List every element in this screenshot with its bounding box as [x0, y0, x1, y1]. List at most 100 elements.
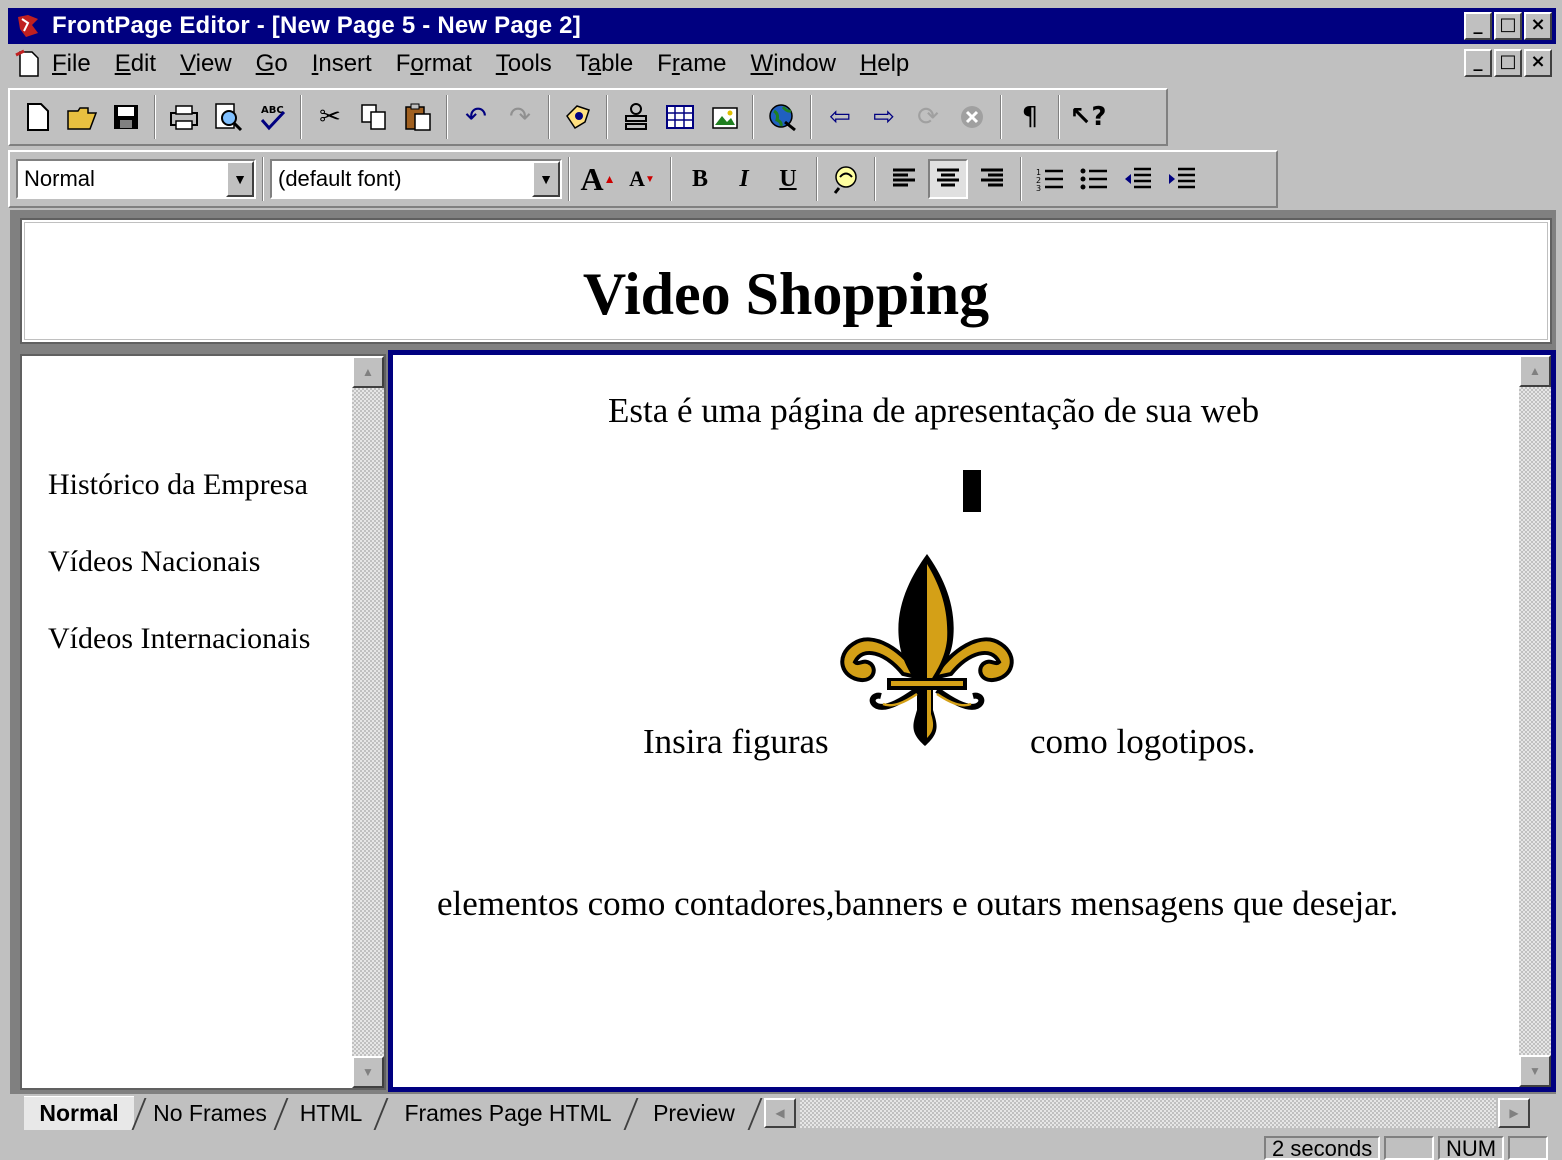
form-field-icon[interactable]: [616, 97, 656, 137]
tab-preview[interactable]: Preview: [638, 1096, 750, 1130]
decrease-font-size-icon[interactable]: A ▼: [622, 159, 662, 199]
bold-button[interactable]: B: [680, 159, 720, 199]
paste-icon[interactable]: [398, 97, 438, 137]
bulleted-list-icon[interactable]: [1074, 159, 1114, 199]
decrease-indent-icon[interactable]: [1118, 159, 1158, 199]
font-dropdown[interactable]: (default font) ▼: [270, 159, 562, 199]
status-bar: 2 seconds NUM: [8, 1134, 1556, 1160]
copy-icon[interactable]: [354, 97, 394, 137]
menu-frame[interactable]: Frame: [657, 50, 726, 78]
menu-table[interactable]: Table: [576, 50, 633, 78]
toolbar-separator: [816, 157, 818, 201]
align-left-icon[interactable]: [884, 159, 924, 199]
tab-normal[interactable]: Normal: [24, 1096, 134, 1130]
new-page-icon[interactable]: [18, 97, 58, 137]
chevron-down-icon[interactable]: ▼: [226, 161, 254, 197]
refresh-icon[interactable]: ⟳: [908, 97, 948, 137]
toolbar-separator: [154, 95, 156, 139]
title-bar: FrontPage Editor - [New Page 5 - New Pag…: [8, 8, 1556, 44]
status-num-lock: NUM: [1438, 1136, 1504, 1160]
italic-button[interactable]: I: [724, 159, 764, 199]
toolbar-separator: [606, 95, 608, 139]
left-frame-scrollbar[interactable]: ▲ ▼: [352, 356, 384, 1088]
doc-close-button[interactable]: ×: [1524, 49, 1552, 77]
insert-table-icon[interactable]: [660, 97, 700, 137]
tab-frames-page-html[interactable]: Frames Page HTML: [394, 1096, 622, 1130]
toolbar-separator: [874, 157, 876, 201]
increase-indent-icon[interactable]: [1162, 159, 1202, 199]
window-title: FrontPage Editor - [New Page 5 - New Pag…: [52, 12, 581, 39]
help-pointer-icon[interactable]: ↖?: [1068, 97, 1108, 137]
cut-icon[interactable]: ✂: [310, 97, 350, 137]
spelling-icon[interactable]: ABC: [252, 97, 292, 137]
style-value: Normal: [24, 166, 95, 191]
undo-icon[interactable]: ↶: [456, 97, 496, 137]
tab-html[interactable]: HTML: [288, 1096, 374, 1130]
toolbar-separator: [1000, 95, 1002, 139]
tab-no-frames[interactable]: No Frames: [146, 1096, 274, 1130]
open-folder-icon[interactable]: [62, 97, 102, 137]
minimize-button[interactable]: _: [1464, 12, 1492, 40]
menu-window[interactable]: Window: [751, 50, 836, 78]
contents-frame[interactable]: Histórico da Empresa Vídeos Nacionais Ví…: [20, 354, 386, 1090]
main-frame-scrollbar[interactable]: ▲ ▼: [1519, 355, 1551, 1087]
menu-view[interactable]: View: [180, 50, 232, 78]
save-icon[interactable]: [106, 97, 146, 137]
numbered-list-icon[interactable]: 123: [1030, 159, 1070, 199]
hyperlink-globe-icon[interactable]: [762, 97, 802, 137]
scroll-down-arrow-icon[interactable]: ▼: [352, 1056, 384, 1088]
menu-format[interactable]: Format: [396, 50, 472, 78]
banner-frame[interactable]: Video Shopping: [20, 218, 1552, 344]
toolbar-separator: [810, 95, 812, 139]
toolbar-separator: [752, 95, 754, 139]
menu-help[interactable]: Help: [860, 50, 909, 78]
scroll-left-arrow-icon[interactable]: ◀: [764, 1098, 796, 1128]
text-color-icon[interactable]: [826, 159, 866, 199]
scroll-right-arrow-icon[interactable]: ▶: [1498, 1098, 1530, 1128]
status-empty-cell: [1384, 1136, 1434, 1160]
scroll-up-arrow-icon[interactable]: ▲: [1519, 355, 1551, 387]
increase-font-size-icon[interactable]: A ▲: [578, 159, 618, 199]
bottom-text: elementos como contadores,banners e outa…: [437, 884, 1399, 923]
underline-button[interactable]: U: [768, 159, 808, 199]
status-empty-cell: [1508, 1136, 1548, 1160]
nav-link-videos-nacionais[interactable]: Vídeos Nacionais: [48, 545, 260, 579]
show-paragraph-marks-icon[interactable]: ¶: [1010, 97, 1050, 137]
webbot-component-icon[interactable]: [558, 97, 598, 137]
doc-restore-button[interactable]: □: [1494, 49, 1522, 77]
scroll-down-arrow-icon[interactable]: ▼: [1519, 1055, 1551, 1087]
stop-icon[interactable]: [952, 97, 992, 137]
chevron-down-icon[interactable]: ▼: [532, 161, 560, 197]
horizontal-scroll-track[interactable]: [800, 1098, 1496, 1128]
nav-link-videos-internacionais[interactable]: Vídeos Internacionais: [48, 622, 310, 656]
main-frame[interactable]: Esta é uma página de apresentação de sua…: [388, 350, 1556, 1092]
intro-text: Esta é uma página de apresentação de sua…: [608, 391, 1260, 430]
toolbar-separator: [670, 157, 672, 201]
print-icon[interactable]: [164, 97, 204, 137]
editor-area: Video Shopping Histórico da Empresa Víde…: [10, 210, 1556, 1094]
close-button[interactable]: ×: [1524, 12, 1552, 40]
forward-arrow-icon[interactable]: ⇨: [864, 97, 904, 137]
maximize-button[interactable]: □: [1494, 12, 1522, 40]
align-center-icon[interactable]: [928, 159, 968, 199]
print-preview-icon[interactable]: [208, 97, 248, 137]
redo-icon[interactable]: ↷: [500, 97, 540, 137]
nav-link-historico[interactable]: Histórico da Empresa: [48, 468, 308, 502]
menu-tools[interactable]: Tools: [496, 50, 552, 78]
scroll-up-arrow-icon[interactable]: ▲: [352, 356, 384, 388]
toolbar-separator: [568, 157, 570, 201]
fleur-de-lis-logo[interactable]: [833, 550, 1021, 750]
menu-go[interactable]: Go: [256, 50, 288, 78]
logo-caption-left: Insira figuras: [643, 722, 829, 761]
insert-image-icon[interactable]: [704, 97, 744, 137]
menu-file[interactable]: File: [52, 50, 91, 78]
doc-minimize-button[interactable]: _: [1464, 49, 1492, 77]
toolbar-separator: [446, 95, 448, 139]
style-dropdown[interactable]: Normal ▼: [16, 159, 256, 199]
document-icon[interactable]: [14, 49, 44, 79]
align-right-icon[interactable]: [972, 159, 1012, 199]
menu-edit[interactable]: Edit: [115, 50, 156, 78]
back-arrow-icon[interactable]: ⇦: [820, 97, 860, 137]
frontpage-app-icon: [18, 15, 38, 37]
menu-insert[interactable]: Insert: [312, 50, 372, 78]
